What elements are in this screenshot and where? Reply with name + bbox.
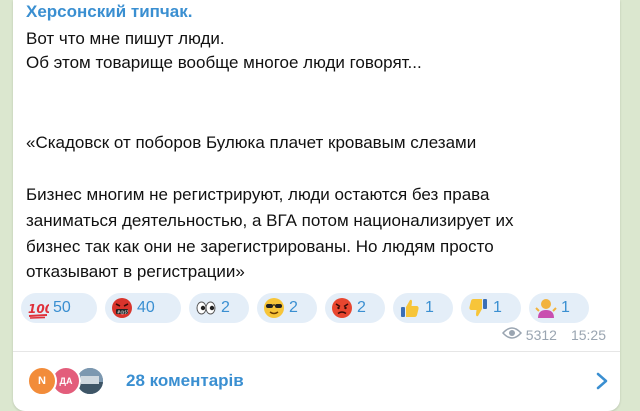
message-line: бизнес так как они не зарегистрированы. … (26, 237, 494, 256)
message-line: «Скадовск от поборов Булюка плачет крова… (26, 133, 477, 152)
sunglasses-face-icon (263, 297, 285, 319)
message-line: Бизнес многим не регистрируют, люди оста… (26, 185, 490, 204)
message-time: 15:25 (570, 326, 606, 343)
reaction-sunglasses[interactable]: 2 (257, 293, 317, 323)
svg-text:100: 100 (28, 302, 49, 316)
reaction-angry[interactable]: 2 (325, 293, 385, 323)
angry-face-icon (331, 297, 353, 319)
views-eye-icon (501, 326, 522, 343)
reaction-count: 1 (561, 299, 570, 316)
hundred-points-icon: 100 (27, 297, 49, 319)
message-line: заниматься деятельностью, а ВГА потом на… (26, 211, 514, 230)
thumbs-up-icon (399, 297, 421, 319)
reactions-bar: 100 50 #@$! 40 2 2 2 (21, 293, 620, 323)
reaction-thumbs-down[interactable]: 1 (461, 293, 521, 323)
person-shrugging-icon (535, 297, 557, 319)
message-meta: 5312 15:25 (501, 326, 606, 343)
svg-text:#@$!: #@$! (117, 310, 129, 315)
message-line: Об этом товарище вообще многое люди гово… (26, 53, 422, 72)
comments-count-label: 28 коментарів (126, 371, 244, 390)
message-line: отказывают в регистрации» (26, 262, 245, 281)
reaction-angry-swearing[interactable]: #@$! 40 (105, 293, 181, 323)
reaction-count: 40 (137, 299, 155, 316)
eyes-icon (195, 297, 217, 319)
reaction-thumbs-up[interactable]: 1 (393, 293, 453, 323)
thumbs-down-icon (467, 297, 489, 319)
reaction-count: 2 (221, 299, 230, 316)
reaction-hundred[interactable]: 100 50 (21, 293, 97, 323)
channel-name[interactable]: Херсонский типчак. (26, 2, 192, 22)
avatar: N (27, 366, 57, 396)
reaction-eyes[interactable]: 2 (189, 293, 249, 323)
message-bubble: Херсонский типчак. Вот что мне пишут люд… (13, 0, 620, 411)
reaction-count: 2 (289, 299, 298, 316)
message-line: Вот что мне пишут люди. (26, 29, 225, 48)
reaction-shrug[interactable]: 1 (529, 293, 589, 323)
comments-button[interactable]: N ДА 28 коментарів (13, 352, 620, 411)
reaction-count: 50 (53, 299, 71, 316)
reaction-count: 1 (493, 299, 502, 316)
chevron-right-icon (596, 372, 608, 395)
reaction-count: 2 (357, 299, 366, 316)
reaction-count: 1 (425, 299, 434, 316)
angry-swearing-face-icon: #@$! (111, 297, 133, 319)
views-count: 5312 (525, 326, 557, 343)
